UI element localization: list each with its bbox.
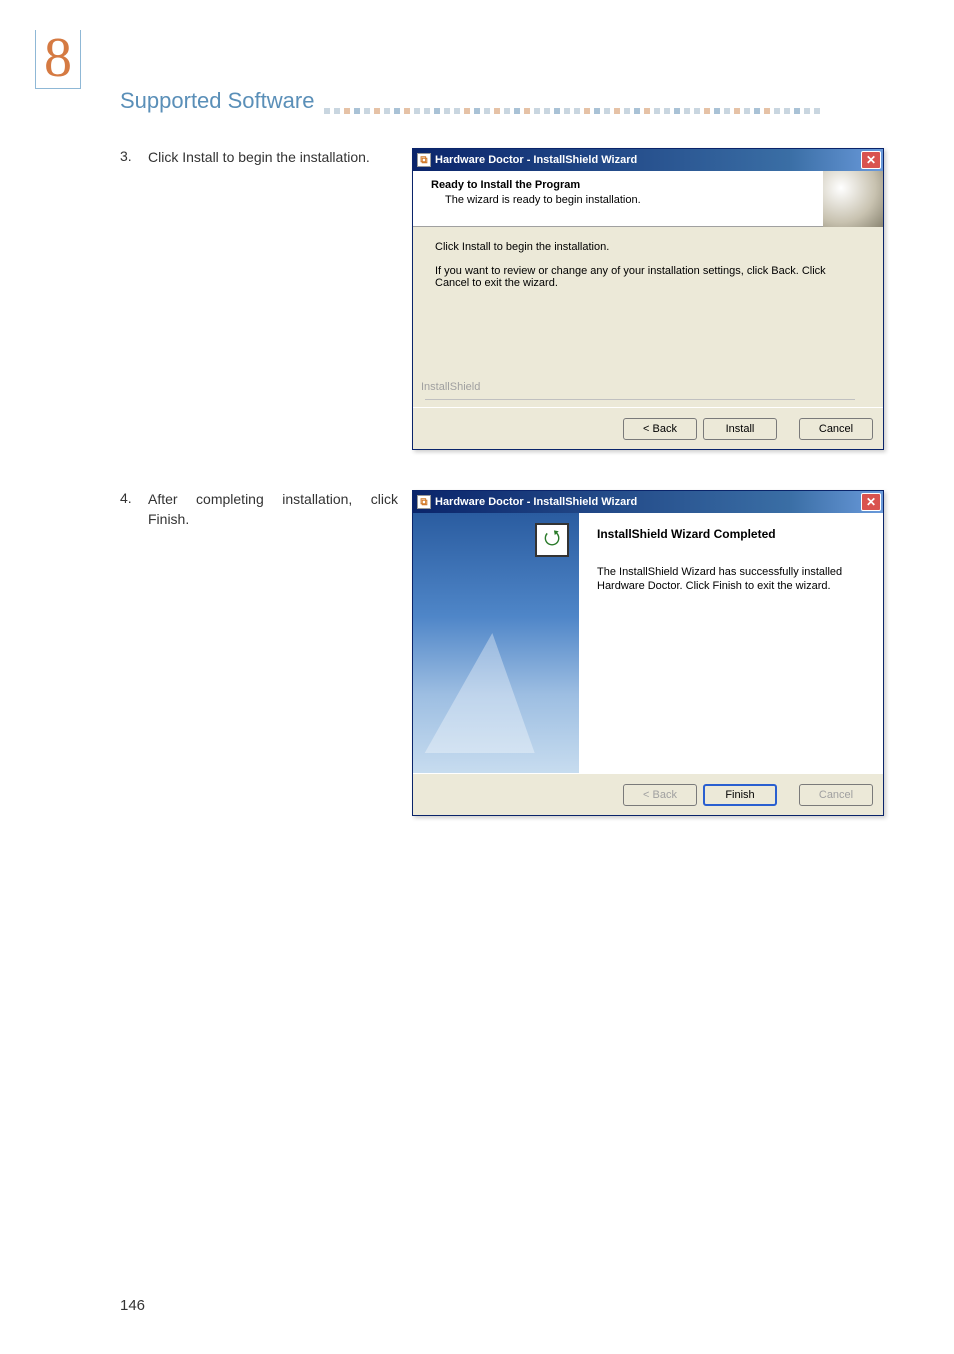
back-button: < Back [623,784,697,806]
chapter-number-box: 8 [35,30,81,89]
close-button[interactable]: ✕ [861,151,881,169]
close-icon: ✕ [866,153,876,167]
close-button[interactable]: ✕ [861,493,881,511]
window-title: Hardware Doctor - InstallShield Wizard [435,154,861,166]
brand-text: InstallShield [421,381,480,393]
step-3: 3. Click Install to begin the installati… [120,148,884,450]
install-complete-dialog: ⧉ Hardware Doctor - InstallShield Wizard… [412,490,884,816]
section-title-row: Supported Software [120,88,894,114]
installshield-brand: InstallShield [421,381,883,405]
header-title: Ready to Install the Program [431,179,641,191]
chapter-number: 8 [44,27,72,89]
step-4: 4. After completing installa­tion, click… [120,490,884,816]
installer-icon: ⧉ [417,495,431,509]
completed-body: The InstallShield Wizard has successfull… [597,565,867,594]
back-button[interactable]: < Back [623,418,697,440]
cancel-button[interactable]: Cancel [799,418,873,440]
dialog-body: Click Install to begin the installation.… [413,227,883,407]
dialog-footer: < Back Install Cancel [413,407,883,449]
installer-icon: ⧉ [417,153,431,167]
window-title: Hardware Doctor - InstallShield Wizard [435,496,861,508]
cancel-button: Cancel [799,784,873,806]
dialog-footer: < Back Finish Cancel [413,773,883,815]
dialog-header: Ready to Install the Program The wizard … [413,171,883,227]
dialog-body: ⭯ InstallShield Wizard Completed The Ins… [413,513,883,773]
computer-check-icon: ⭯ [535,523,569,557]
close-icon: ✕ [866,495,876,509]
titlebar: ⧉ Hardware Doctor - InstallShield Wizard… [413,149,883,171]
step-text: After completing installa­tion, click Fi… [148,490,412,816]
triangle-graphic [425,633,548,753]
side-graphic-panel: ⭯ [413,513,579,773]
titlebar: ⧉ Hardware Doctor - InstallShield Wizard… [413,491,883,513]
dot-rule [324,102,894,114]
step-number: 4. [120,490,148,816]
header-graphic [823,171,883,227]
install-ready-dialog: ⧉ Hardware Doctor - InstallShield Wizard… [412,148,884,450]
section-title: Supported Software [120,88,324,114]
install-button[interactable]: Install [703,418,777,440]
finish-button[interactable]: Finish [703,784,777,806]
completed-title: InstallShield Wizard Completed [597,527,867,541]
page-header: 8 Supported Software [35,30,894,120]
step-number: 3. [120,148,148,450]
body-text-2: If you want to review or change any of y… [435,265,861,289]
body-text-1: Click Install to begin the installation. [435,241,861,253]
page-number: 146 [120,1297,145,1314]
header-subtitle: The wizard is ready to begin installatio… [431,191,641,206]
step-text: Click Install to begin the installation. [148,148,412,450]
